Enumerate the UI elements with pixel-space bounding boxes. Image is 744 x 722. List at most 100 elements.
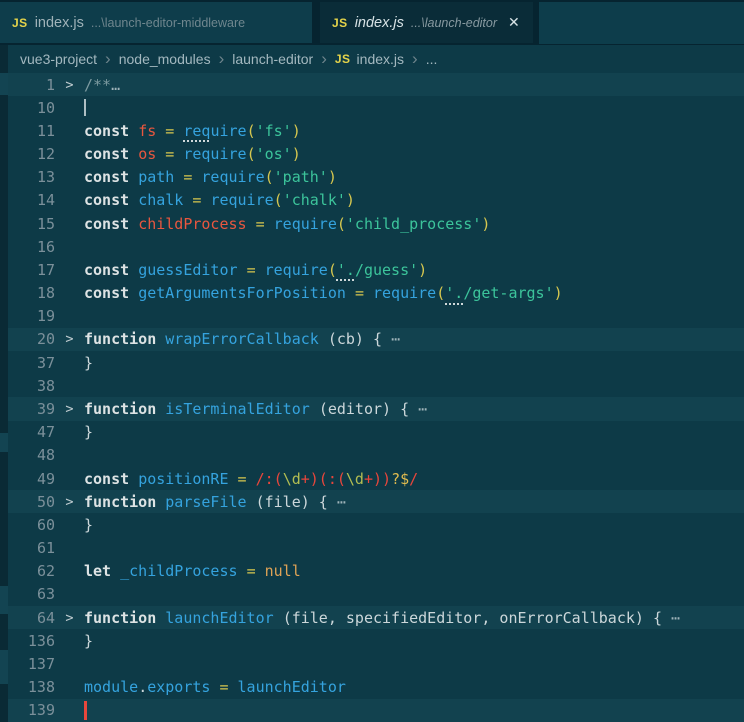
line-content: }: [84, 516, 93, 534]
code-line-16[interactable]: 16: [8, 235, 744, 258]
breadcrumb-item--[interactable]: ...: [426, 51, 438, 67]
left-rail: [0, 45, 8, 722]
code-token: ⋯: [336, 492, 346, 511]
code-line-50[interactable]: 50 > function parseFile (file) { ⋯: [8, 490, 744, 514]
code-line-15[interactable]: 15 const childProcess = require('child_pr…: [8, 212, 744, 235]
code-area[interactable]: 1 >/**… 10 11 const fs = req uire('fs') 12 cons…: [0, 73, 744, 722]
breadcrumb-item-index-js[interactable]: JS index.js: [335, 51, 404, 67]
code-token: }: [84, 353, 94, 372]
code-token: const: [84, 469, 139, 488]
code-token: ): [327, 168, 337, 187]
code-line-18[interactable]: 18 const getArgumentsForPosition = requir…: [8, 282, 744, 305]
line-number: 136: [27, 631, 55, 650]
code-token: require: [201, 168, 265, 187]
code-line-60[interactable]: 60}: [8, 513, 744, 536]
code-line-61[interactable]: 61: [8, 536, 744, 559]
code-token: ): [345, 191, 355, 210]
code-line-37[interactable]: 37}: [8, 351, 744, 374]
code-token: guessEditor: [138, 260, 247, 279]
line-content: const path = require('path'): [84, 168, 337, 186]
code-line-137[interactable]: 137: [8, 652, 744, 675]
fold-chevron-icon[interactable]: >: [55, 401, 84, 417]
line-number: 47: [36, 423, 55, 442]
line-content: const chalk = require('chalk'): [84, 191, 355, 209]
code-line-62[interactable]: 62 let _childProcess = null: [8, 560, 744, 583]
code-line-12[interactable]: 12 const os = require('os'): [8, 143, 744, 166]
code-line-1[interactable]: 1 >/**…: [8, 73, 744, 97]
fold-chevron-icon[interactable]: >: [55, 494, 84, 510]
close-icon[interactable]: ✕: [508, 14, 520, 31]
line-number: 50: [36, 492, 55, 511]
code-token: =: [255, 214, 274, 233]
breadcrumb-label: launch-editor: [232, 51, 314, 67]
code-token: }: [84, 631, 94, 650]
tab-index.js-1[interactable]: JS index.js ...\launch-editor-middleware: [0, 2, 312, 43]
code-token: function: [84, 330, 166, 349]
code-token: require: [183, 145, 247, 164]
code-line-64[interactable]: 64 > function launchEditor (file, specifie…: [8, 605, 744, 630]
code-token: ): [553, 284, 563, 303]
tab-title: index.js: [34, 14, 84, 31]
code-line-38[interactable]: 38: [8, 374, 744, 397]
code-token: /**: [84, 75, 112, 94]
code-token: parseFile: [165, 492, 256, 511]
code-line-136[interactable]: 136}: [8, 629, 744, 652]
code-token: const: [84, 191, 139, 210]
code-token: '.: [445, 284, 464, 303]
code-token: ): [291, 121, 301, 140]
code-line-17[interactable]: 17 const guessEditor = require('./guess'): [8, 258, 744, 281]
code-line-10[interactable]: 10: [8, 96, 744, 119]
fold-chevron-icon[interactable]: >: [55, 331, 84, 347]
line-number: 12: [36, 145, 55, 164]
code-line-20[interactable]: 20 > function wrapErrorCallback (cb) { ⋯: [8, 327, 744, 352]
code-token: (: [336, 214, 346, 233]
code-token: uire: [210, 121, 247, 140]
code-token: \d: [345, 469, 364, 488]
breadcrumb-item-launch-editor[interactable]: launch-editor: [232, 51, 313, 67]
code-editor[interactable]: 1 >/**… 10 11 const fs = req uire('fs') 12 cons…: [0, 73, 744, 722]
code-line-48[interactable]: 48: [8, 444, 744, 467]
code-token: launchEditor: [165, 608, 283, 627]
fold-chevron-icon[interactable]: >: [55, 610, 84, 626]
code-token: const: [84, 145, 139, 164]
code-token: require: [273, 214, 337, 233]
code-token: (file, specifiedEditor, onErrorCallback)…: [282, 608, 672, 627]
code-token: +)): [363, 469, 392, 488]
code-line-63[interactable]: 63: [8, 583, 744, 606]
code-line-14[interactable]: 14 const chalk = require('chalk'): [8, 189, 744, 212]
tab-index.js-2[interactable]: JS index.js ...\launch-editor ✕: [320, 2, 533, 43]
line-number: 16: [36, 237, 55, 256]
code-token: /guess': [354, 260, 419, 279]
breadcrumb-item-node-modules[interactable]: node_modules: [119, 51, 211, 67]
code-line-49[interactable]: 49 const positionRE = /:(\d +)(:(\d +)) ?$ /: [8, 467, 744, 490]
code-token: exports: [147, 678, 220, 697]
code-token: =: [354, 284, 373, 303]
code-token: require: [373, 284, 437, 303]
code-token: const: [84, 260, 139, 279]
rail-segment: [0, 650, 8, 684]
code-token: (: [273, 191, 283, 210]
line-content: let _childProcess = null: [84, 562, 301, 580]
breadcrumb-separator-icon: ›: [321, 48, 327, 68]
code-token: chalk: [138, 191, 193, 210]
fold-chevron-icon[interactable]: >: [55, 77, 84, 93]
code-token: function: [84, 608, 166, 627]
code-token: 'path': [273, 168, 328, 187]
breadcrumb-separator-icon: ›: [218, 48, 225, 68]
line-number: 38: [36, 376, 55, 395]
code-token: (cb) {: [327, 330, 392, 349]
code-token: const: [84, 168, 139, 187]
code-token: }: [84, 423, 94, 442]
line-number: 37: [36, 353, 55, 372]
code-line-138[interactable]: 138 module. exports = launchEditor: [8, 675, 744, 698]
code-line-11[interactable]: 11 const fs = req uire('fs'): [8, 119, 744, 142]
line-content: }: [84, 423, 93, 441]
code-line-139[interactable]: 139: [8, 698, 744, 722]
breadcrumb-item-vue3-project[interactable]: vue3-project: [20, 51, 97, 67]
cursor: [84, 700, 87, 720]
code-line-39[interactable]: 39 > function isTerminalEditor (editor) { …: [8, 397, 744, 421]
line-content: const os = require('os'): [84, 145, 301, 163]
code-line-47[interactable]: 47}: [8, 421, 744, 444]
code-line-13[interactable]: 13 const path = require('path'): [8, 166, 744, 189]
code-line-19[interactable]: 19: [8, 305, 744, 328]
